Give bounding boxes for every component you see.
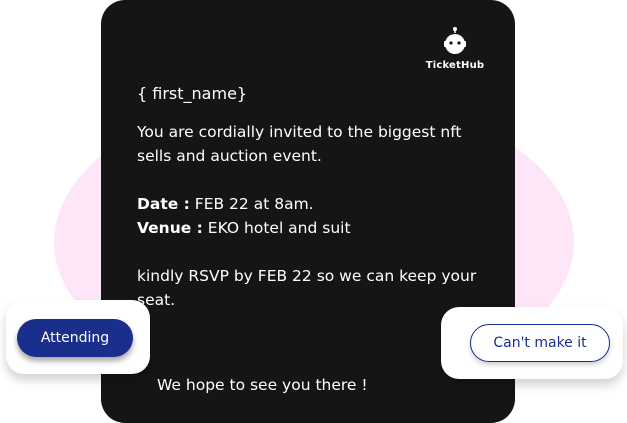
- venue-label: Venue :: [137, 219, 203, 237]
- rsvp-text: kindly RSVP by FEB 22 so we can keep you…: [137, 267, 477, 309]
- robot-head-icon: [444, 27, 466, 54]
- closing-text: We hope to see you there !: [157, 376, 368, 394]
- date-value: FEB 22 at 8am.: [194, 195, 314, 213]
- greeting: { first_name}: [137, 84, 248, 103]
- attending-panel: Attending: [6, 300, 150, 374]
- venue-row: Venue : EKO hotel and suit: [137, 216, 477, 240]
- attending-button[interactable]: Attending: [17, 319, 133, 357]
- brand-logo: TicketHub: [425, 26, 485, 71]
- date-row: Date : FEB 22 at 8am.: [137, 192, 477, 216]
- brand-name: TicketHub: [425, 60, 485, 71]
- date-label: Date :: [137, 195, 190, 213]
- cant-make-it-button[interactable]: Can't make it: [470, 324, 610, 362]
- event-details: Date : FEB 22 at 8am. Venue : EKO hotel …: [137, 192, 477, 240]
- invite-text: You are cordially invited to the biggest…: [137, 123, 462, 165]
- cant-make-it-panel: Can't make it: [441, 307, 623, 379]
- venue-value: EKO hotel and suit: [207, 219, 351, 237]
